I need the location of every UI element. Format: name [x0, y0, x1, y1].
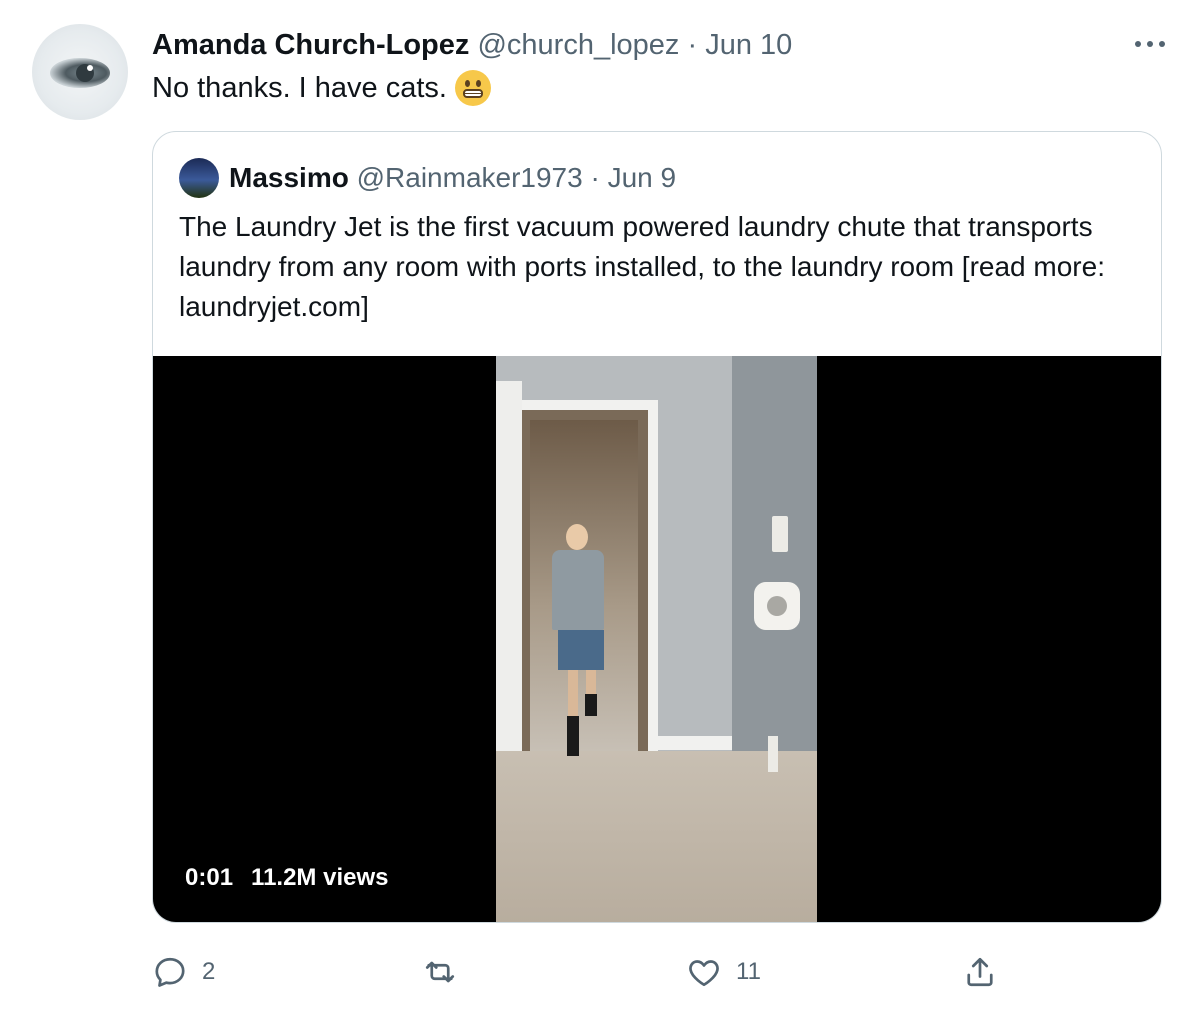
grimacing-face-icon [454, 70, 491, 106]
quoted-tweet-card[interactable]: Massimo @Rainmaker1973 · Jun 9 The Laund… [152, 131, 1162, 923]
quoted-tweet-date: Jun 9 [607, 162, 677, 193]
tweet-text-content: No thanks. I have cats. [152, 72, 447, 104]
quoted-author-handle: @Rainmaker1973 [356, 162, 583, 193]
quoted-tweet-text: The Laundry Jet is the first vacuum powe… [179, 211, 1105, 322]
video-meta: 0:01 11.2M views [185, 864, 388, 892]
tweet-text: No thanks. I have cats. [152, 70, 491, 106]
quoted-author-avatar[interactable] [179, 158, 219, 198]
share-button[interactable] [962, 950, 1012, 994]
video-views: 11.2M views [251, 864, 389, 891]
retweet-icon [425, 961, 455, 983]
avatar-glint-graphic [87, 65, 93, 71]
quoted-header-separator: · [590, 162, 600, 193]
video-time: 0:01 [185, 864, 234, 891]
header-separator: · [687, 29, 698, 61]
author-handle[interactable]: @church_lopez [477, 29, 679, 61]
quoted-tweet-header: Massimo @Rainmaker1973 · Jun 9 [229, 161, 676, 195]
like-count: 11 [736, 958, 761, 985]
avatar[interactable] [32, 24, 128, 120]
more-options-button[interactable] [1130, 30, 1170, 58]
quoted-author-name: Massimo [229, 162, 349, 193]
share-icon [967, 957, 993, 987]
more-horizontal-icon [1135, 41, 1165, 47]
video-player[interactable]: 0:01 11.2M views [153, 356, 1161, 922]
like-button[interactable]: 11 [686, 950, 761, 994]
author-name[interactable]: Amanda Church-Lopez [152, 29, 469, 61]
tweet-date[interactable]: Jun 10 [705, 29, 792, 61]
retweet-button[interactable] [422, 950, 472, 994]
reply-button[interactable]: 2 [152, 950, 215, 994]
reply-icon [155, 957, 185, 987]
reply-count: 2 [202, 958, 216, 985]
tweet-actions: 2 11 [152, 950, 1022, 994]
heart-icon [689, 960, 719, 987]
tweet-header: Amanda Church-Lopez @church_lopez · Jun … [152, 28, 792, 62]
video-frame [496, 356, 817, 922]
